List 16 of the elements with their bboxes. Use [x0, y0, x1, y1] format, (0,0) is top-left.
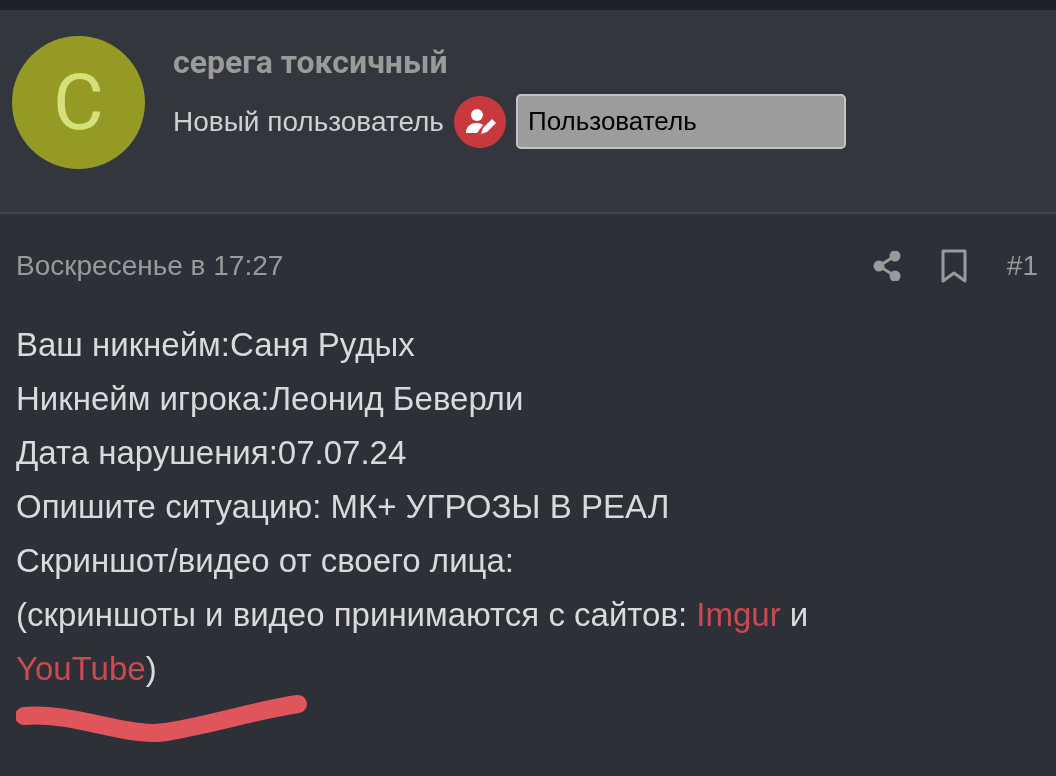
post-text-line: Ваш никнейм:Саня Рудых: [16, 325, 416, 365]
post-date[interactable]: Воскресенье в 17:27: [16, 245, 284, 287]
user-rank: Новый пользователь: [173, 104, 444, 139]
share-icon[interactable]: [872, 251, 901, 281]
post-number[interactable]: #1: [1006, 245, 1038, 287]
post-text-line: Дата нарушения:07.07.24: [16, 433, 408, 473]
role-badge: Пользователь: [515, 94, 846, 149]
site-link[interactable]: Imgur: [696, 596, 781, 633]
site-link[interactable]: YouTube: [16, 650, 146, 687]
bookmark-icon[interactable]: [940, 249, 967, 283]
post-text-line: Скриншот/видео от своего лица:: [16, 541, 515, 581]
username[interactable]: серега токсичный: [173, 40, 846, 84]
post-note: (скриншоты и видео принимаются с сайтов: Imgur и YouTube): [16, 595, 810, 689]
post-text-line: Опишите ситуацию: МК+ УГРОЗЫ В РЕАЛ: [16, 487, 671, 527]
user-edit-icon: [453, 95, 506, 148]
post-text-line: Никнейм игрока:Леонид Беверли: [16, 379, 525, 419]
